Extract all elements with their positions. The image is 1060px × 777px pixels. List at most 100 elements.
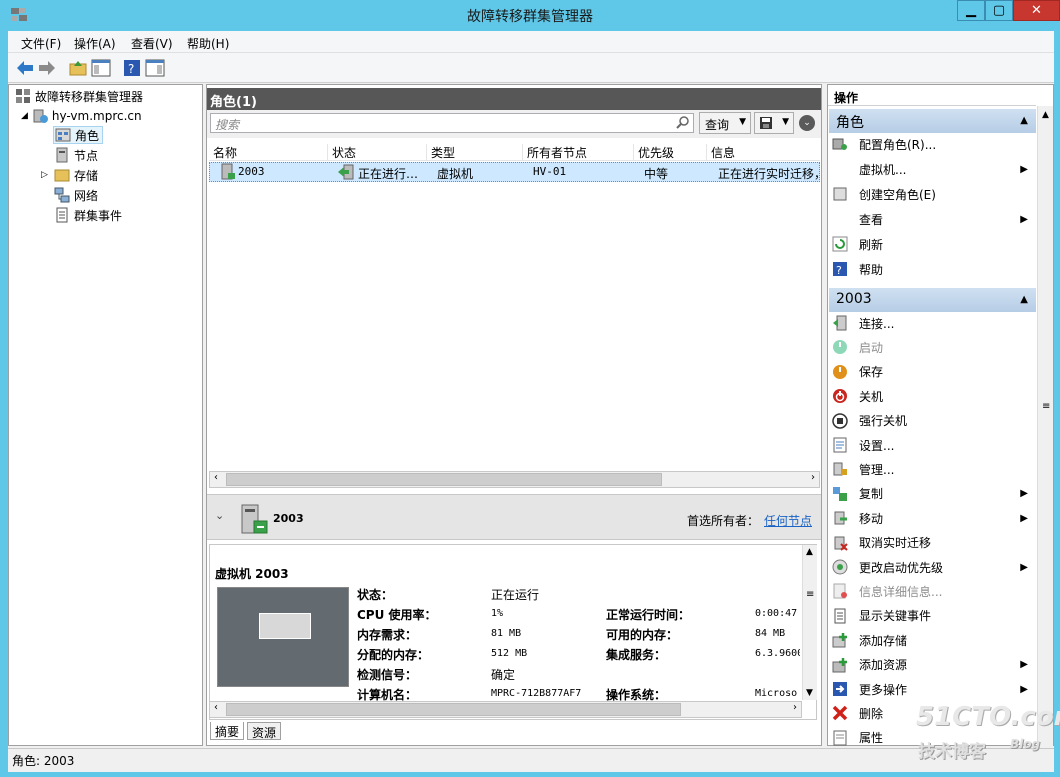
table-row[interactable]: 2003 正在进行… 虚拟机 HV-01 中等 正在进行实时迁移， [209,162,820,182]
action-item[interactable]: 更多操作 ▶ [832,678,1034,700]
action-item[interactable]: 复制 ▶ [832,483,1034,505]
network-icon [54,187,70,203]
action-item[interactable]: 虚拟机... ▶ [832,158,1034,180]
action-item[interactable]: 更改启动优先级 ▶ [832,556,1034,578]
tree-item-networks[interactable]: 网络 [54,186,98,204]
scroll-right-icon[interactable]: › [793,702,797,713]
field-value: 512 MB [491,648,528,659]
menu-action[interactable]: 操作(A) [74,35,116,52]
column-header-priority[interactable]: 优先级 [633,144,674,160]
expand-icon[interactable]: ▷ [41,170,50,180]
action-item[interactable]: 显示关键事件 [832,605,1034,627]
actions-section-vm[interactable]: 2003 ▲ [829,288,1036,312]
action-item[interactable]: ? 帮助 [832,258,1034,280]
vertical-scrollbar[interactable]: ▲ ≡ [1037,106,1053,746]
scrollbar-thumb[interactable] [226,473,662,486]
search-icon[interactable] [676,115,690,132]
grid-header: 名称 状态 类型 所有者节点 优先级 信息 [209,143,820,161]
save-query-button[interactable]: ▼ [754,112,794,134]
connect-icon [832,315,848,331]
back-arrow-icon[interactable] [14,57,36,79]
collapse-icon[interactable]: ◢ [21,111,28,121]
menu-help[interactable]: 帮助(H) [187,35,229,52]
column-header-type[interactable]: 类型 [426,144,455,160]
action-item[interactable]: 管理... [832,458,1034,480]
collapse-section-icon[interactable]: ▲ [1020,294,1028,305]
scroll-grip-icon: ≡ [1042,401,1051,412]
show-hide-action-pane-icon[interactable] [144,57,166,79]
nodes-icon [54,147,70,163]
actions-header: 操作 [828,86,1036,106]
field-value: 0:00:47 [755,608,798,619]
action-item[interactable]: 关机 [832,385,1034,407]
tree-item-storage[interactable]: ▷ 存储 [41,166,98,184]
action-item[interactable]: 配置角色(R)... [832,133,1034,155]
action-item[interactable]: 连接... [832,312,1034,334]
column-header-name[interactable]: 名称 [209,144,237,160]
cell-name: 2003 [238,165,265,178]
action-item[interactable]: 刷新 [832,233,1034,255]
scroll-left-icon[interactable]: ‹ [214,472,218,483]
menu-file[interactable]: 文件(F) [21,35,61,52]
cluster-manager-icon [15,88,31,104]
migrating-icon [337,163,355,184]
help-icon[interactable]: ? [121,57,143,79]
action-item[interactable]: 信息详细信息... [832,580,1034,602]
field-value: MPRC-712B877AF7 [491,688,582,699]
collapse-chevron-icon[interactable]: ⌄ [215,509,224,522]
scroll-left-icon[interactable]: ‹ [214,702,218,713]
field-value: 84 MB [755,628,786,639]
scroll-right-icon[interactable]: › [811,472,815,483]
tree-item-cluster-events[interactable]: 群集事件 [54,206,122,224]
close-button[interactable]: ✕ [1013,0,1060,21]
vertical-scrollbar[interactable]: ▲ ≡ ▼ [802,545,817,700]
column-header-info[interactable]: 信息 [706,144,735,160]
minimize-button[interactable]: ▁ [957,0,985,21]
field-label: 分配的内存： [357,648,430,662]
action-item[interactable]: 添加资源 ▶ [832,654,1034,676]
blank-icon [832,161,848,177]
tab-resources[interactable]: 资源 [247,722,282,740]
svg-text:?: ? [128,62,134,76]
query-button[interactable]: 查询 ▼ [699,112,751,134]
action-label: 查看 [859,212,884,227]
scroll-up-icon[interactable]: ▲ [806,547,813,557]
blank-icon [832,211,848,227]
tree-item-roles[interactable]: 角色 [53,126,104,144]
menu-view[interactable]: 查看(V) [131,35,173,52]
tree-item-nodes[interactable]: 节点 [54,146,98,164]
svg-text:?: ? [836,264,842,277]
turn-off-icon [832,412,848,429]
scrollbar-thumb[interactable] [226,703,681,716]
action-item[interactable]: 创建空角色(E) [832,183,1034,205]
column-header-status[interactable]: 状态 [327,144,356,160]
forward-arrow-icon[interactable] [36,57,58,79]
action-item[interactable]: 保存 [832,361,1034,383]
scroll-down-icon[interactable]: ▼ [806,688,813,698]
action-item[interactable]: 添加存储 [832,629,1034,651]
preferred-owner-link[interactable]: 任何节点 [764,512,812,529]
action-item[interactable]: 取消实时迁移 [832,532,1034,554]
save-state-icon [832,364,848,380]
action-item[interactable]: 强行关机 [832,410,1034,432]
maximize-button[interactable]: ▢ [985,0,1013,21]
submenu-arrow-icon: ▶ [1020,512,1028,524]
actions-section-roles[interactable]: 角色 ▲ [829,109,1036,133]
tab-summary[interactable]: 摘要 [210,722,245,740]
show-hide-tree-icon[interactable] [90,57,112,79]
up-folder-icon[interactable] [67,57,89,79]
action-item[interactable]: 启动 [832,336,1034,358]
tree-cluster[interactable]: ◢ hy-vm.mprc.cn [21,107,142,125]
search-input[interactable]: 搜索 [210,113,694,133]
collapse-section-icon[interactable]: ▲ [1020,115,1028,126]
action-item[interactable]: 查看 ▶ [832,208,1034,230]
move-icon [832,510,848,526]
vm-title: 虚拟机 2003 [215,567,289,581]
scroll-up-icon[interactable]: ▲ [1042,110,1049,120]
action-item[interactable]: 移动 ▶ [832,507,1034,529]
expand-collapse-icon[interactable]: ⌄ [799,115,815,131]
tree-root[interactable]: 故障转移群集管理器 [15,87,143,105]
column-header-owner[interactable]: 所有者节点 [522,144,587,160]
priority-icon [832,559,848,575]
action-item[interactable]: 设置... [832,434,1034,456]
